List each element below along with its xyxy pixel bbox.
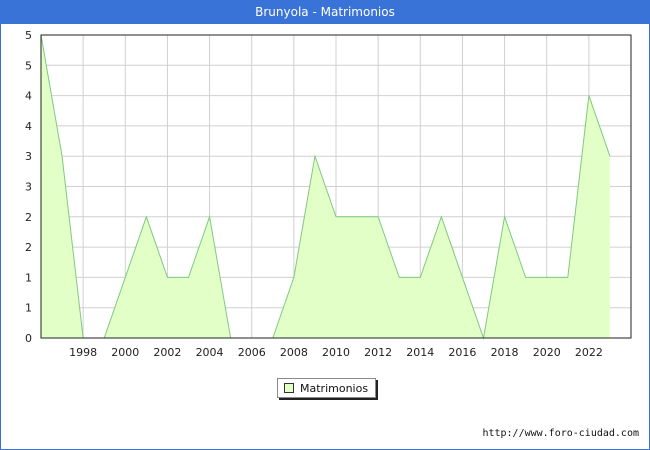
x-tick-label: 2012 (364, 346, 392, 359)
x-tick-label: 2010 (322, 346, 350, 359)
y-tick-label: 2 (25, 211, 32, 224)
x-tick-label: 2020 (533, 346, 561, 359)
y-tick-label: 5 (25, 29, 32, 42)
x-tick-label: 1998 (69, 346, 97, 359)
x-tick-label: 2006 (238, 346, 266, 359)
x-tick-label: 2016 (448, 346, 476, 359)
y-tick-label: 0 (25, 332, 32, 345)
chart-window: Brunyola - Matrimonios FORO-CIUDAD.COM 0 1… (0, 0, 650, 450)
legend: Matrimonios (277, 378, 376, 398)
y-tick-label: 4 (25, 120, 32, 133)
source-url[interactable]: http://www.foro-ciudad.com (482, 428, 639, 439)
x-tick-label: 2014 (406, 346, 434, 359)
y-tick-label: 3 (25, 150, 32, 163)
y-tick-label: 5 (25, 59, 32, 72)
x-tick-label: 2000 (111, 346, 139, 359)
legend-label: Matrimonios (300, 381, 369, 395)
y-tick-label: 3 (25, 181, 32, 194)
x-tick-label: 2018 (491, 346, 519, 359)
y-tick-label: 4 (25, 90, 32, 103)
x-tick-label: 2004 (196, 346, 224, 359)
watermark: FORO-CIUDAD.COM (101, 337, 582, 383)
y-tick-label: 1 (25, 302, 32, 315)
x-tick-label: 2002 (153, 346, 181, 359)
y-tick-label: 2 (25, 241, 32, 254)
legend-swatch (284, 383, 294, 393)
x-tick-label: 2008 (280, 346, 308, 359)
y-tick-label: 1 (25, 271, 32, 284)
x-tick-label: 2022 (575, 346, 603, 359)
